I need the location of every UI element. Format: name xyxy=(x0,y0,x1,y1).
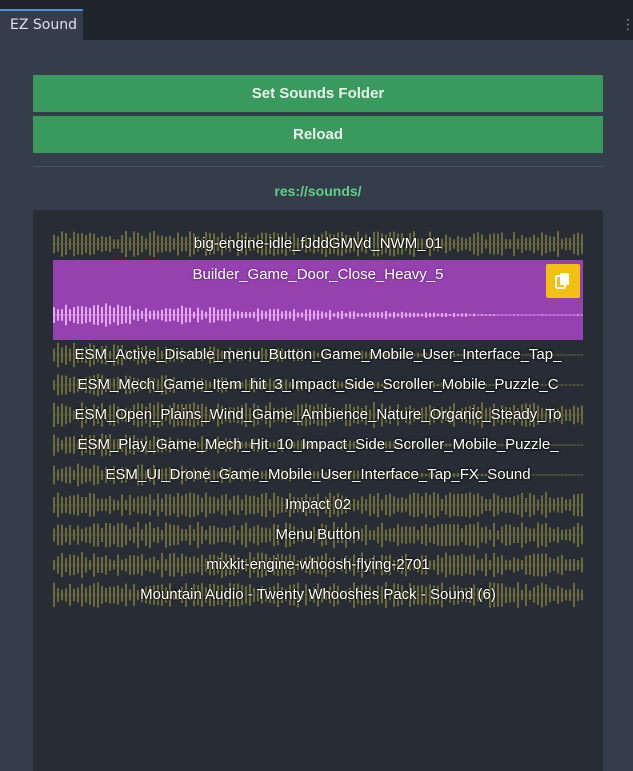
tab-bar: EZ Sound ⋮ xyxy=(0,0,633,40)
sound-row[interactable]: ESM_Play_Game_Mech_Hit_10_Impact_Side_Sc… xyxy=(53,430,583,460)
sound-name: Builder_Game_Door_Close_Heavy_5 xyxy=(192,266,444,283)
sound-row[interactable]: ESM_Open_Plains_Wind_Game_Ambience_Natur… xyxy=(53,400,583,430)
sounds-folder-path: res://sounds/ xyxy=(274,183,362,199)
reload-button[interactable]: Reload xyxy=(33,116,603,153)
sound-row-selected[interactable]: Builder_Game_Door_Close_Heavy_5 xyxy=(53,260,583,340)
sound-row[interactable]: Impact 02 xyxy=(53,490,583,520)
tab-ez-sound[interactable]: EZ Sound xyxy=(0,9,83,40)
divider xyxy=(33,166,603,167)
sound-name: ESM_Active_Disable_menu_Button_Game_Mobi… xyxy=(74,346,562,363)
sound-name: ESM_Mech_Game_Item_hit_3_Impact_Side_Scr… xyxy=(77,376,559,393)
sound-row[interactable]: mixkit-engine-whoosh-flying-2701 xyxy=(53,550,583,580)
sound-name: ESM_Open_Plains_Wind_Game_Ambience_Natur… xyxy=(74,406,562,423)
copy-icon xyxy=(555,273,569,289)
kebab-menu-icon[interactable]: ⋮ xyxy=(621,14,633,36)
sound-name: Mountain Audio - Twenty Whooshes Pack - … xyxy=(140,586,496,603)
sound-row[interactable]: big-engine-idle_fJddGMVd_NWM_01 xyxy=(53,229,583,259)
sound-row[interactable]: ESM_Mech_Game_Item_hit_3_Impact_Side_Scr… xyxy=(53,370,583,400)
sound-name: Impact 02 xyxy=(285,496,351,513)
sound-row[interactable]: Menu Button xyxy=(53,520,583,550)
sound-row[interactable]: ESM_Active_Disable_menu_Button_Game_Mobi… xyxy=(53,340,583,370)
sound-name: mixkit-engine-whoosh-flying-2701 xyxy=(206,556,430,573)
sound-row[interactable]: Mountain Audio - Twenty Whooshes Pack - … xyxy=(53,580,583,610)
sound-name: ESM_Play_Game_Mech_Hit_10_Impact_Side_Sc… xyxy=(77,436,559,453)
sound-list-panel: big-engine-idle_fJddGMVd_NWM_01 Builder_… xyxy=(33,210,603,771)
copy-button[interactable] xyxy=(546,264,580,298)
sound-name: ESM_UI_Drone_Game_Mobile_User_Interface_… xyxy=(105,466,531,483)
sound-row[interactable]: ESM_UI_Drone_Game_Mobile_User_Interface_… xyxy=(53,460,583,490)
sound-name: Menu Button xyxy=(275,526,361,543)
sound-name: big-engine-idle_fJddGMVd_NWM_01 xyxy=(193,235,443,252)
waveform-selected xyxy=(53,303,583,327)
set-sounds-folder-button[interactable]: Set Sounds Folder xyxy=(33,75,603,112)
